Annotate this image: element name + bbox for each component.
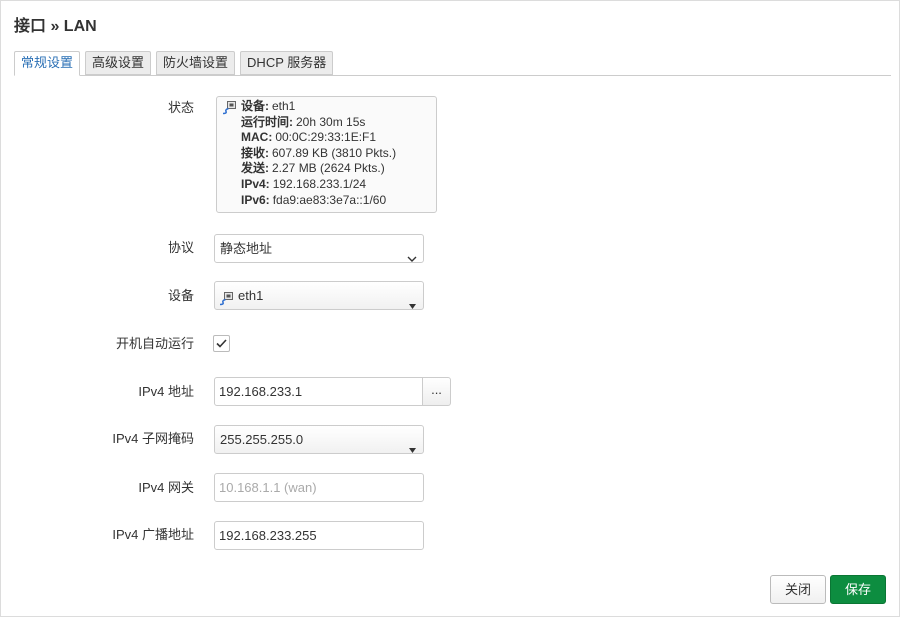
tab-bar: 常规设置 高级设置 防火墙设置 DHCP 服务器 bbox=[14, 51, 334, 76]
status-key: 接收: bbox=[241, 145, 269, 160]
status-key: IPv6: bbox=[241, 192, 270, 207]
status-row-mac: MAC: 00:0C:29:33:1E:F1 bbox=[241, 130, 432, 146]
ethernet-port-icon bbox=[222, 100, 237, 115]
status-value: 20h 30m 15s bbox=[296, 114, 366, 129]
status-value: fda9:ae83:3e7a::1/60 bbox=[272, 192, 387, 207]
dropdown-triangle-icon bbox=[408, 436, 417, 453]
status-value: eth1 bbox=[272, 99, 296, 113]
ipv4-broadcast-input[interactable] bbox=[214, 521, 424, 550]
dropdown-triangle-icon bbox=[408, 292, 417, 309]
autostart-label: 开机自动运行 bbox=[115, 336, 194, 351]
status-key: 发送: bbox=[241, 161, 269, 176]
ipv4-netmask-label: IPv4 子网掩码 bbox=[112, 431, 194, 446]
dialog-title: 接口 » LAN bbox=[14, 18, 97, 35]
device-value: eth1 bbox=[238, 288, 264, 303]
ipv4-address-input[interactable] bbox=[214, 377, 423, 406]
status-row-tx: 发送: 2.27 MB (2624 Pkts.) bbox=[241, 161, 432, 177]
status-row-device: 设备: eth1 bbox=[241, 99, 432, 115]
tab-firewall-settings[interactable]: 防火墙设置 bbox=[156, 51, 236, 75]
status-panel: 设备: eth1 运行时间: 20h 30m 15s MAC: 00:0C:29:33… bbox=[216, 96, 437, 213]
status-row-ipv4: IPv4: 192.168.233.1/24 bbox=[241, 177, 432, 193]
status-key: IPv4: bbox=[241, 176, 270, 191]
ipv4-netmask-select[interactable]: 255.255.255.0 bbox=[214, 425, 424, 454]
save-button[interactable]: 保存 bbox=[830, 575, 886, 604]
check-icon bbox=[216, 339, 227, 348]
status-key: 设备: bbox=[241, 99, 269, 113]
tab-dhcp-server[interactable]: DHCP 服务器 bbox=[240, 51, 334, 75]
chevron-down-icon bbox=[407, 245, 417, 262]
ipv4-address-more-button[interactable]: ... bbox=[422, 377, 451, 406]
status-row-ipv6: IPv6: fda9:ae83:3e7a::1/60 bbox=[241, 193, 432, 209]
ipv4-netmask-value: 255.255.255.0 bbox=[220, 432, 304, 447]
interface-dialog: 接口 » LAN 常规设置 高级设置 防火墙设置 DHCP 服务器 状态 设备:… bbox=[0, 0, 900, 617]
device-label: 设备 bbox=[167, 288, 194, 303]
ipv4-gateway-input[interactable] bbox=[214, 473, 424, 502]
status-label: 状态 bbox=[167, 100, 194, 115]
close-button[interactable]: 关闭 bbox=[770, 575, 826, 604]
status-row-uptime: 运行时间: 20h 30m 15s bbox=[241, 115, 432, 131]
status-key: MAC: bbox=[241, 130, 273, 145]
status-value: 192.168.233.1/24 bbox=[272, 176, 367, 191]
protocol-value: 静态地址 bbox=[220, 241, 273, 256]
ipv4-gateway-label: IPv4 网关 bbox=[138, 480, 194, 495]
status-value: 607.89 KB (3810 Pkts.) bbox=[272, 145, 397, 160]
autostart-checkbox[interactable] bbox=[213, 335, 230, 352]
status-key: 运行时间: bbox=[241, 114, 293, 129]
ipv4-broadcast-label: IPv4 广播地址 bbox=[112, 527, 194, 542]
protocol-select[interactable]: 静态地址 bbox=[214, 234, 424, 263]
status-row-rx: 接收: 607.89 KB (3810 Pkts.) bbox=[241, 146, 432, 162]
tab-advanced-settings[interactable]: 高级设置 bbox=[85, 51, 152, 75]
protocol-label: 协议 bbox=[167, 240, 194, 255]
status-value: 00:0C:29:33:1E:F1 bbox=[275, 130, 377, 145]
ipv4-address-label: IPv4 地址 bbox=[138, 384, 194, 399]
ethernet-port-icon bbox=[219, 288, 234, 306]
tab-general-settings[interactable]: 常规设置 bbox=[14, 51, 81, 76]
device-select[interactable]: eth1 bbox=[214, 281, 424, 310]
status-value: 2.27 MB (2624 Pkts.) bbox=[272, 161, 385, 176]
